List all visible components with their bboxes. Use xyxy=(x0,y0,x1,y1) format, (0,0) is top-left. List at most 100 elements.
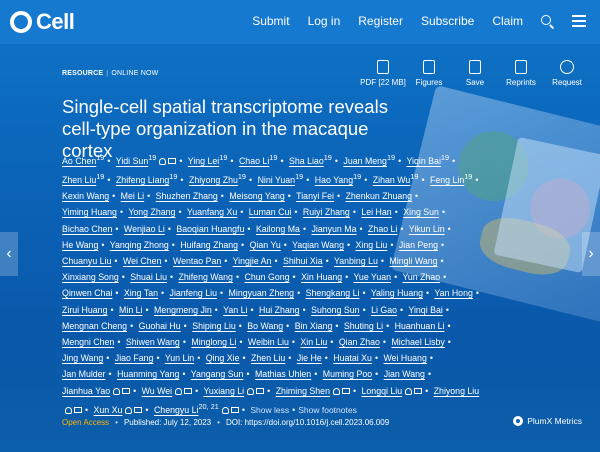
author-name[interactable]: Mengmeng Jin xyxy=(154,305,212,315)
author-name[interactable]: Yan Li xyxy=(223,305,247,315)
author-name[interactable]: Shuai Liu xyxy=(130,272,167,282)
mail-icon[interactable] xyxy=(184,387,193,394)
author-name[interactable]: Xun Xu xyxy=(94,405,123,415)
author-name[interactable]: Yong Zhang xyxy=(128,207,175,217)
author-name[interactable]: Bin Xiang xyxy=(295,321,333,331)
person-icon[interactable] xyxy=(247,387,255,395)
author-name[interactable]: Yikun Lin xyxy=(409,224,445,234)
pdf-button[interactable]: PDF [22 MB] xyxy=(360,60,406,87)
author-name[interactable]: Qinwen Chai xyxy=(62,288,112,298)
author-name[interactable]: Shuting Li xyxy=(344,321,383,331)
author-name[interactable]: Nini Yuan xyxy=(258,175,296,185)
author-name[interactable]: Hao Yang xyxy=(315,175,353,185)
author-affiliation[interactable]: 19 xyxy=(324,153,332,162)
author-name[interactable]: Tianyi Fei xyxy=(296,191,334,201)
author-name[interactable]: Shengkang Li xyxy=(306,288,360,298)
author-name[interactable]: Kexin Wang xyxy=(62,191,109,201)
author-name[interactable]: Li Gao xyxy=(371,305,397,315)
author-name[interactable]: Mei Li xyxy=(121,191,144,201)
author-name[interactable]: Qing Xie xyxy=(206,353,240,363)
author-name[interactable]: Hui Zhang xyxy=(259,305,300,315)
author-name[interactable]: Zhao Li xyxy=(368,224,397,234)
nav-subscribe[interactable]: Subscribe xyxy=(421,14,474,28)
nav-register[interactable]: Register xyxy=(358,14,403,28)
author-name[interactable]: Jan Mulder xyxy=(62,369,106,379)
mail-icon[interactable] xyxy=(230,406,239,413)
request-button[interactable]: Request xyxy=(550,60,584,87)
person-icon[interactable] xyxy=(332,387,340,395)
show-footnotes-link[interactable]: Show footnotes xyxy=(298,405,357,415)
author-affiliation[interactable]: 19 xyxy=(269,153,277,162)
author-affiliation[interactable]: 19 xyxy=(96,153,104,162)
author-name[interactable]: Longqi Liu xyxy=(362,386,403,396)
author-name[interactable]: Ao Chen xyxy=(62,156,96,166)
plumx-metrics-link[interactable]: PlumX Metrics xyxy=(513,416,582,426)
person-icon[interactable] xyxy=(65,406,72,414)
author-name[interactable]: Michael Lisby xyxy=(391,337,444,347)
author-name[interactable]: Wenjiao Li xyxy=(124,224,165,234)
author-name[interactable]: Wu Wei xyxy=(142,386,172,396)
author-name[interactable]: Yaling Huang xyxy=(371,288,423,298)
author-name[interactable]: Yuanfang Xu xyxy=(187,207,237,217)
save-button[interactable]: Save xyxy=(458,60,492,87)
author-name[interactable]: Jianfeng Liu xyxy=(170,288,217,298)
author-name[interactable]: Zhiyong Zhu xyxy=(189,175,238,185)
author-name[interactable]: Shuzhen Zhang xyxy=(156,191,218,201)
author-affiliation[interactable]: 19 xyxy=(96,172,104,181)
author-name[interactable]: Zhenkun Zhuang xyxy=(346,191,413,201)
author-name[interactable]: Chao Li xyxy=(239,156,269,166)
author-name[interactable]: Huanhuan Li xyxy=(395,321,445,331)
mail-icon[interactable] xyxy=(341,387,350,394)
person-icon[interactable] xyxy=(125,406,133,414)
figures-button[interactable]: Figures xyxy=(412,60,446,87)
person-icon[interactable] xyxy=(113,387,121,395)
author-name[interactable]: Yun Zhao xyxy=(402,272,440,282)
nav-submit[interactable]: Submit xyxy=(252,14,289,28)
carousel-next-button[interactable]: › xyxy=(582,232,600,276)
author-name[interactable]: Shiwen Wang xyxy=(126,337,180,347)
author-name[interactable]: Xin Huang xyxy=(301,272,342,282)
author-name[interactable]: Xinxiang Song xyxy=(62,272,119,282)
author-name[interactable]: Zhifeng Liang xyxy=(116,175,169,185)
author-name[interactable]: Jian Wang xyxy=(384,369,425,379)
author-name[interactable]: Chuanyu Liu xyxy=(62,256,111,266)
nav-login[interactable]: Log in xyxy=(308,14,341,28)
author-name[interactable]: Mingli Wang xyxy=(389,256,437,266)
author-name[interactable]: Jian Peng xyxy=(399,240,438,250)
author-name[interactable]: Zhifeng Wang xyxy=(179,272,233,282)
author-name[interactable]: Jianhua Yao xyxy=(62,386,110,396)
author-name[interactable]: Yue Yuan xyxy=(354,272,392,282)
mail-icon[interactable] xyxy=(256,387,265,394)
author-name[interactable]: Xing Tan xyxy=(124,288,158,298)
author-name[interactable]: Shihui Xia xyxy=(283,256,323,266)
author-name[interactable]: Zihan Wu xyxy=(373,175,411,185)
author-name[interactable]: Yingjie An xyxy=(233,256,272,266)
author-name[interactable]: Yan Hong xyxy=(434,288,472,298)
author-name[interactable]: Bichao Chen xyxy=(62,224,112,234)
author-affiliation[interactable]: 19 xyxy=(295,172,303,181)
author-affiliation[interactable]: 19 xyxy=(219,153,227,162)
author-name[interactable]: Zirui Huang xyxy=(62,305,107,315)
cell-logo[interactable]: Cell xyxy=(10,9,75,35)
author-name[interactable]: Suhong Sun xyxy=(311,305,359,315)
author-name[interactable]: Weibin Liu xyxy=(248,337,289,347)
search-icon[interactable] xyxy=(541,14,554,28)
nav-claim[interactable]: Claim xyxy=(492,14,523,28)
author-name[interactable]: Huifang Zhang xyxy=(180,240,238,250)
author-name[interactable]: Yinqi Bai xyxy=(408,305,442,315)
author-name[interactable]: Muming Poo xyxy=(323,369,372,379)
mail-icon[interactable] xyxy=(414,387,423,394)
author-name[interactable]: Xing Sun xyxy=(403,207,439,217)
author-name[interactable]: Mengni Chen xyxy=(62,337,114,347)
author-name[interactable]: He Wang xyxy=(62,240,98,250)
author-affiliation[interactable]: 19 xyxy=(441,153,449,162)
author-name[interactable]: Wei Huang xyxy=(383,353,426,363)
author-name[interactable]: Jing Wang xyxy=(62,353,103,363)
author-name[interactable]: Kailong Ma xyxy=(256,224,300,234)
author-name[interactable]: Lei Han xyxy=(361,207,391,217)
author-affiliation[interactable]: 19 xyxy=(410,172,418,181)
author-name[interactable]: Huatai Xu xyxy=(333,353,372,363)
author-name[interactable]: Yangang Sun xyxy=(191,369,244,379)
author-name[interactable]: Yanqing Zhong xyxy=(110,240,169,250)
author-name[interactable]: Min Li xyxy=(119,305,142,315)
